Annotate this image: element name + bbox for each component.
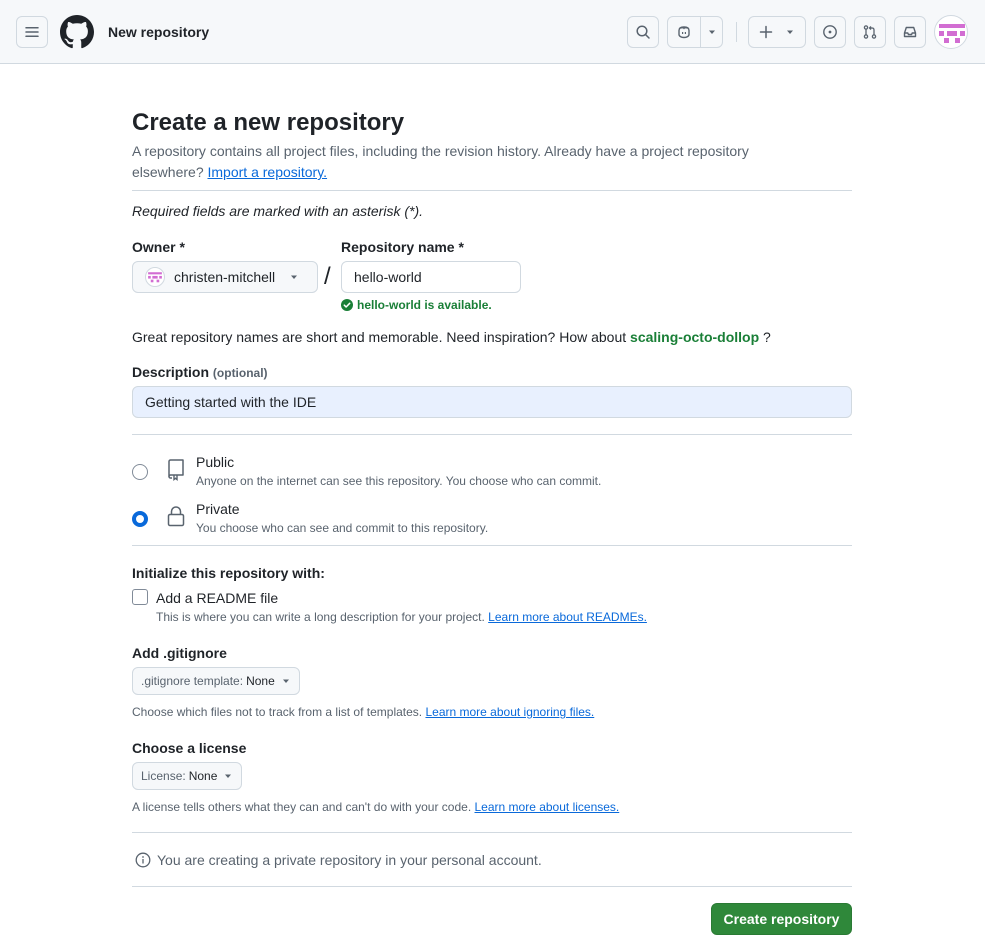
readme-checkbox[interactable] xyxy=(132,589,148,605)
divider xyxy=(132,832,852,833)
owner-label: Owner * xyxy=(132,239,185,255)
search-button[interactable] xyxy=(627,16,659,48)
pull-requests-button[interactable] xyxy=(854,16,886,48)
menu-button[interactable] xyxy=(16,16,48,48)
readme-label[interactable]: Add a README file xyxy=(156,588,278,608)
optional-tag: (optional) xyxy=(212,366,268,380)
name-inspiration: Great repository names are short and mem… xyxy=(132,327,771,347)
identicon xyxy=(939,24,965,43)
page-title: Create a new repository xyxy=(132,109,405,136)
license-value: None xyxy=(188,769,218,783)
gitignore-value: None xyxy=(246,674,275,688)
license-note: A license tells others what they can and… xyxy=(132,799,619,815)
license-heading: Choose a license xyxy=(132,740,247,756)
availability-text: hello-world is available. xyxy=(357,298,492,312)
repository-name-input[interactable] xyxy=(341,261,521,293)
required-note: Required fields are marked with an aster… xyxy=(132,203,424,219)
search-icon xyxy=(636,25,650,39)
public-description: Anyone on the internet can see this repo… xyxy=(196,474,602,488)
owner-select[interactable]: christen-mitchell xyxy=(132,261,318,293)
readme-note: This is where you can write a long descr… xyxy=(156,609,647,625)
initialize-heading: Initialize this repository with: xyxy=(132,565,325,581)
readme-learn-more-link[interactable]: Learn more about READMEs. xyxy=(488,610,647,624)
issues-button[interactable] xyxy=(814,16,846,48)
gitignore-note: Choose which files not to track from a l… xyxy=(132,704,594,720)
private-title[interactable]: Private xyxy=(196,500,240,518)
private-radio[interactable] xyxy=(132,511,148,527)
readme-note-text: This is where you can write a long descr… xyxy=(156,610,485,624)
inbox-button[interactable] xyxy=(894,16,926,48)
inbox-icon xyxy=(903,26,917,38)
info-text: You are creating a private repository in… xyxy=(157,852,542,868)
inspiration-text: Great repository names are short and mem… xyxy=(132,329,627,345)
menu-icon xyxy=(25,27,39,37)
pull-requests-icon xyxy=(863,25,877,39)
gitignore-heading: Add .gitignore xyxy=(132,645,227,661)
owner-repo-separator: / xyxy=(324,263,331,290)
license-learn-more-link[interactable]: Learn more about licenses. xyxy=(475,800,620,814)
gitignore-select[interactable]: .gitignore template: None xyxy=(132,667,300,695)
top-header: New repository xyxy=(0,0,985,64)
description-label: Description (optional) xyxy=(132,362,268,383)
chevron-down-icon xyxy=(225,774,232,778)
plus-icon xyxy=(759,25,773,39)
inspiration-suffix: ? xyxy=(763,329,771,345)
gitignore-learn-more-link[interactable]: Learn more about ignoring files. xyxy=(425,705,594,719)
public-radio[interactable] xyxy=(132,464,148,480)
divider xyxy=(132,886,852,887)
import-repository-link[interactable]: Import a repository. xyxy=(208,164,328,180)
owner-avatar xyxy=(145,267,165,287)
divider xyxy=(132,190,852,191)
copilot-icon xyxy=(678,26,690,39)
lock-icon xyxy=(167,506,185,527)
public-title[interactable]: Public xyxy=(196,453,234,471)
repo-name-label: Repository name * xyxy=(341,239,464,255)
info-message: You are creating a private repository in… xyxy=(135,850,542,870)
avatar[interactable] xyxy=(934,15,968,49)
description-label-text: Description xyxy=(132,364,210,380)
gitignore-prefix: .gitignore template: xyxy=(141,674,244,688)
availability-status: hello-world is available. xyxy=(341,297,492,313)
copilot-menu-toggle[interactable] xyxy=(700,17,722,47)
header-divider xyxy=(736,22,737,42)
chevron-down-icon xyxy=(708,30,715,34)
description-input[interactable] xyxy=(132,386,852,418)
suggested-name-button[interactable]: scaling-octo-dollop xyxy=(630,329,759,345)
info-icon xyxy=(135,852,151,868)
owner-value: christen-mitchell xyxy=(174,269,276,285)
issues-icon xyxy=(823,25,837,39)
github-logo-icon[interactable] xyxy=(60,15,94,49)
license-select[interactable]: License: None xyxy=(132,762,243,790)
chevron-down-icon xyxy=(282,679,289,683)
divider xyxy=(132,434,852,435)
chevron-down-icon xyxy=(787,30,793,34)
private-description: You choose who can see and commit to thi… xyxy=(196,521,489,535)
check-circle-icon xyxy=(341,299,353,311)
repo-icon xyxy=(168,459,184,481)
copilot-button[interactable] xyxy=(667,16,723,48)
divider xyxy=(132,545,852,546)
page-header-title[interactable]: New repository xyxy=(108,22,209,42)
create-repository-button[interactable]: Create repository xyxy=(711,903,852,935)
chevron-down-icon xyxy=(291,275,298,279)
page-intro: A repository contains all project files,… xyxy=(132,141,812,183)
gitignore-note-text: Choose which files not to track from a l… xyxy=(132,705,423,719)
create-new-button[interactable] xyxy=(748,16,806,48)
license-note-text: A license tells others what they can and… xyxy=(132,800,472,814)
license-prefix: License: xyxy=(141,769,186,783)
